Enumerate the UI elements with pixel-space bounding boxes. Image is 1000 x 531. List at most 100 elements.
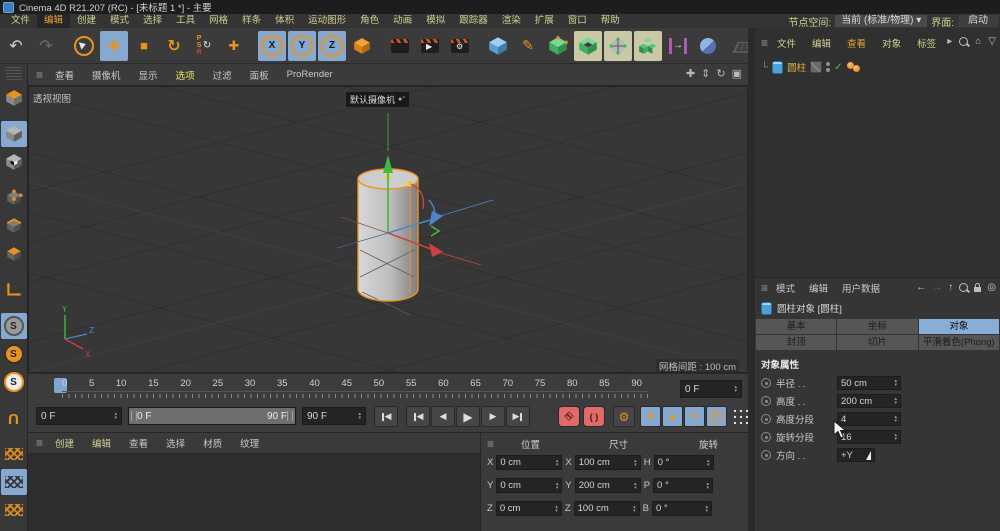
volume-builder-button[interactable] — [634, 31, 662, 61]
vp-menu-options[interactable]: 选项 — [168, 68, 203, 82]
am-search-icon[interactable] — [959, 283, 968, 292]
vp-menu-display[interactable]: 显示 — [131, 68, 166, 82]
mat-menu-view[interactable]: 查看 — [121, 436, 156, 450]
mat-menu-select[interactable]: 选择 — [158, 436, 193, 450]
phong-tag-icon[interactable] — [847, 62, 861, 72]
goto-end-button[interactable]: ▶ — [506, 406, 530, 427]
interactive-workplane-button[interactable] — [1, 497, 27, 523]
menu-tools[interactable]: 工具 — [169, 14, 202, 28]
enable-check-icon[interactable]: ✓ — [834, 62, 842, 73]
menu-help[interactable]: 帮助 — [594, 14, 627, 28]
vp-menu-panel[interactable]: 面板 — [242, 68, 277, 82]
rotation-p-field[interactable]: 0 °▴▾ — [653, 478, 713, 493]
x-axis-lock[interactable]: X — [258, 31, 286, 61]
texture-mode-button[interactable] — [1, 149, 27, 175]
next-frame-button[interactable]: ▶ — [481, 406, 505, 427]
menu-mode[interactable]: 模式 — [103, 14, 136, 28]
goto-start-button[interactable]: ◀ — [374, 406, 398, 427]
workplane-button[interactable] — [1, 441, 27, 467]
camera-label[interactable]: 默认摄像机●° — [346, 92, 409, 107]
size-y-field[interactable]: 200 cm▴▾ — [575, 478, 641, 493]
height-anim-dot[interactable] — [761, 396, 771, 406]
viewport-maximize-icon[interactable]: ▣ — [732, 67, 742, 80]
primitive-cube-button[interactable] — [484, 31, 512, 61]
am-back-icon[interactable]: ← — [916, 282, 926, 293]
vp-menu-prorender[interactable]: ProRender — [279, 69, 341, 80]
material-list-area[interactable] — [28, 454, 480, 531]
menu-extensions[interactable]: 扩展 — [528, 14, 561, 28]
orientation-dropdown[interactable]: +Y — [837, 448, 875, 462]
am-menu-grip[interactable]: ≡ — [761, 281, 768, 295]
palette-grip[interactable] — [6, 67, 22, 81]
tab-coordinates[interactable]: 坐标 — [837, 319, 917, 334]
position-x-field[interactable]: 0 cm▴▾ — [496, 455, 562, 470]
size-x-field[interactable]: 100 cm▴▾ — [575, 455, 641, 470]
menu-character[interactable]: 角色 — [353, 14, 386, 28]
orientation-anim-dot[interactable] — [761, 450, 771, 460]
snap-quantize-button[interactable]: S — [1, 341, 27, 367]
om-menu-grip[interactable]: ≡ — [761, 36, 768, 50]
om-menu-tags[interactable]: 标签 — [910, 36, 943, 50]
viewport-canvas[interactable]: Y Z X 透视视图 默认摄像机●° 网格间距 : 100 cm — [28, 86, 748, 373]
frame-range-slider[interactable]: 0 F90 F — [128, 407, 296, 425]
coords-menu-grip[interactable]: ≡ — [487, 437, 494, 451]
subdivision-surface-button[interactable] — [544, 31, 572, 61]
generator-button[interactable] — [574, 31, 602, 61]
snap-workplane-button[interactable]: S — [1, 369, 27, 395]
radius-anim-dot[interactable] — [761, 378, 771, 388]
menu-tracker[interactable]: 跟踪器 — [452, 14, 495, 28]
rotate-tool[interactable]: ↻ — [160, 31, 188, 61]
mat-menu-create[interactable]: 创建 — [47, 436, 82, 450]
timeline-ruler[interactable]: 051015202530354045505560657075808590 — [36, 378, 672, 402]
menu-volume[interactable]: 体积 — [268, 14, 301, 28]
field-button[interactable]: → — [664, 31, 692, 61]
tab-phong[interactable]: 平滑着色(Phong) — [919, 335, 999, 350]
visibility-dots[interactable] — [826, 62, 830, 72]
am-menu-userdata[interactable]: 用户数据 — [836, 281, 886, 295]
am-up-icon[interactable]: ↑ — [948, 282, 953, 293]
prev-frame-button[interactable]: ◀ — [431, 406, 455, 427]
vp-menu-view[interactable]: 查看 — [47, 68, 82, 82]
menu-file[interactable]: 文件 — [4, 14, 37, 28]
end-frame-field[interactable]: 90 F ▴▾ — [302, 407, 366, 425]
mat-menu-edit[interactable]: 编辑 — [84, 436, 119, 450]
object-tree-row[interactable]: └ 圆柱 ✓ — [755, 54, 1000, 74]
render-view-button[interactable] — [386, 31, 414, 61]
render-settings-button[interactable]: ⚙ — [446, 31, 474, 61]
make-editable-button[interactable] — [1, 85, 27, 111]
am-menu-mode[interactable]: 模式 — [770, 281, 801, 295]
key-scale-button[interactable]: ■ — [662, 406, 683, 427]
keyframe-settings-button[interactable]: ⚙ — [613, 406, 635, 427]
height-segments-anim-dot[interactable] — [761, 414, 771, 424]
am-target-icon[interactable]: ◎ — [987, 282, 996, 293]
om-menu-object[interactable]: 对象 — [875, 36, 908, 50]
tab-object[interactable]: 对象 — [919, 319, 999, 334]
sphere-field-button[interactable] — [694, 31, 722, 61]
prev-key-button[interactable]: ◀ — [406, 406, 430, 427]
rotation-h-field[interactable]: 0 °▴▾ — [654, 455, 714, 470]
viewport-menu-grip[interactable]: ≡ — [36, 68, 43, 82]
layer-toggle-icon[interactable] — [810, 61, 822, 73]
planar-workplane-button[interactable] — [1, 469, 27, 495]
viewport-orbit-icon[interactable]: ↻ — [716, 67, 725, 80]
object-name[interactable]: 圆柱 — [787, 60, 806, 74]
key-position-button[interactable]: ✚ — [640, 406, 661, 427]
menu-animate[interactable]: 动画 — [386, 14, 419, 28]
render-to-picture-viewer-button[interactable]: ▶ — [416, 31, 444, 61]
menu-mesh[interactable]: 网格 — [202, 14, 235, 28]
menu-window[interactable]: 窗口 — [561, 14, 594, 28]
menu-spline[interactable]: 样条 — [235, 14, 268, 28]
deformer-button[interactable] — [604, 31, 632, 61]
am-menu-edit[interactable]: 编辑 — [803, 281, 834, 295]
key-rotation-button[interactable]: ↻ — [684, 406, 705, 427]
vp-menu-filter[interactable]: 过滤 — [205, 68, 240, 82]
om-menu-view[interactable]: 查看 — [840, 36, 873, 50]
z-axis-lock[interactable]: Z — [318, 31, 346, 61]
panel-splitter[interactable] — [748, 28, 755, 531]
interface-dropdown[interactable]: 启动 — [958, 15, 998, 27]
live-selection-tool[interactable] — [70, 31, 98, 61]
play-button[interactable]: ▶ — [456, 406, 480, 427]
tab-basic[interactable]: 基本 — [756, 319, 836, 334]
height-segments-field[interactable]: 4▴▾ — [837, 412, 901, 426]
vp-menu-cameras[interactable]: 摄像机 — [84, 68, 129, 82]
